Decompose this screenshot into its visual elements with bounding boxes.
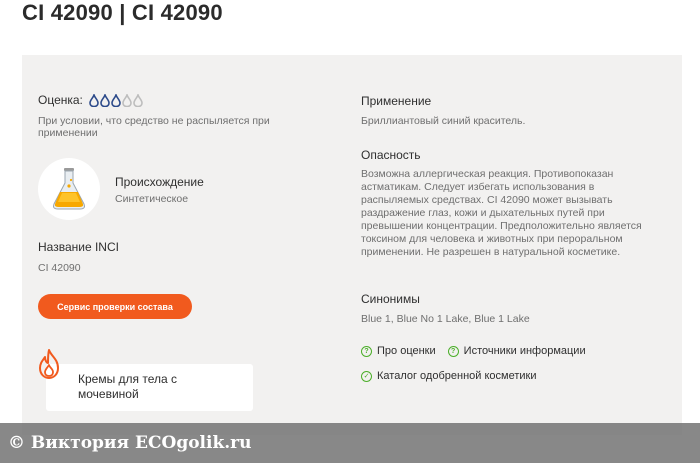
product-category-card[interactable]: Кремы для тела с мочевиной <box>46 364 253 411</box>
danger-text: Возможна аллергическая реакция. Противоп… <box>361 168 642 258</box>
drop-icon-empty <box>122 93 132 107</box>
usage-title: Применение <box>361 94 432 108</box>
drop-icon-filled <box>100 93 110 107</box>
drop-icon-empty <box>133 93 143 107</box>
question-icon: ? <box>447 345 459 357</box>
danger-title: Опасность <box>361 148 421 162</box>
origin-value: Синтетическое <box>115 193 189 205</box>
product-category-label: Кремы для тела с мочевиной <box>78 372 178 401</box>
sources-label: Источники информации <box>463 345 586 357</box>
drop-icon-filled <box>89 93 99 107</box>
composition-check-button[interactable]: Сервис проверки состава <box>38 294 192 319</box>
check-icon: ✓ <box>361 370 372 382</box>
flask-icon <box>53 168 85 210</box>
origin-title: Происхождение <box>115 175 204 189</box>
ingredient-card: Оценка: При условии, что средство не рас… <box>22 55 682 435</box>
rating-note: При условии, что средство не распыляется… <box>38 115 270 139</box>
watermark-text: © Виктория ECOgolik.ru <box>8 433 252 453</box>
question-icon: ? <box>361 345 372 357</box>
flame-icon <box>39 349 59 379</box>
about-ratings-label: Про оценки <box>377 345 436 357</box>
inci-value: CI 42090 <box>38 262 81 274</box>
synonyms-text: Blue 1, Blue No 1 Lake, Blue 1 Lake <box>361 313 530 325</box>
synonyms-title: Синонимы <box>361 292 420 306</box>
drop-icon-filled <box>111 93 121 107</box>
rating-row: Оценка: <box>38 93 144 107</box>
catalog-link[interactable]: ✓ Каталог одобренной косметики <box>361 370 536 382</box>
inci-title: Название INCI <box>38 240 119 254</box>
page-title: CI 42090 | CI 42090 <box>22 0 223 25</box>
info-links-row: ? Про оценки ? Источники информации <box>361 345 598 357</box>
about-ratings-link[interactable]: ? Про оценки <box>361 345 436 357</box>
catalog-label: Каталог одобренной косметики <box>377 370 537 382</box>
rating-label: Оценка: <box>38 93 83 107</box>
catalog-link-row: ✓ Каталог одобренной косметики <box>361 370 548 382</box>
watermark-bar: © Виктория ECOgolik.ru <box>0 423 700 463</box>
rating-drops <box>89 93 144 107</box>
origin-icon-circle <box>38 158 100 220</box>
usage-text: Бриллиантовый синий краситель. <box>361 115 526 127</box>
sources-link[interactable]: ? Источники информации <box>447 345 586 357</box>
